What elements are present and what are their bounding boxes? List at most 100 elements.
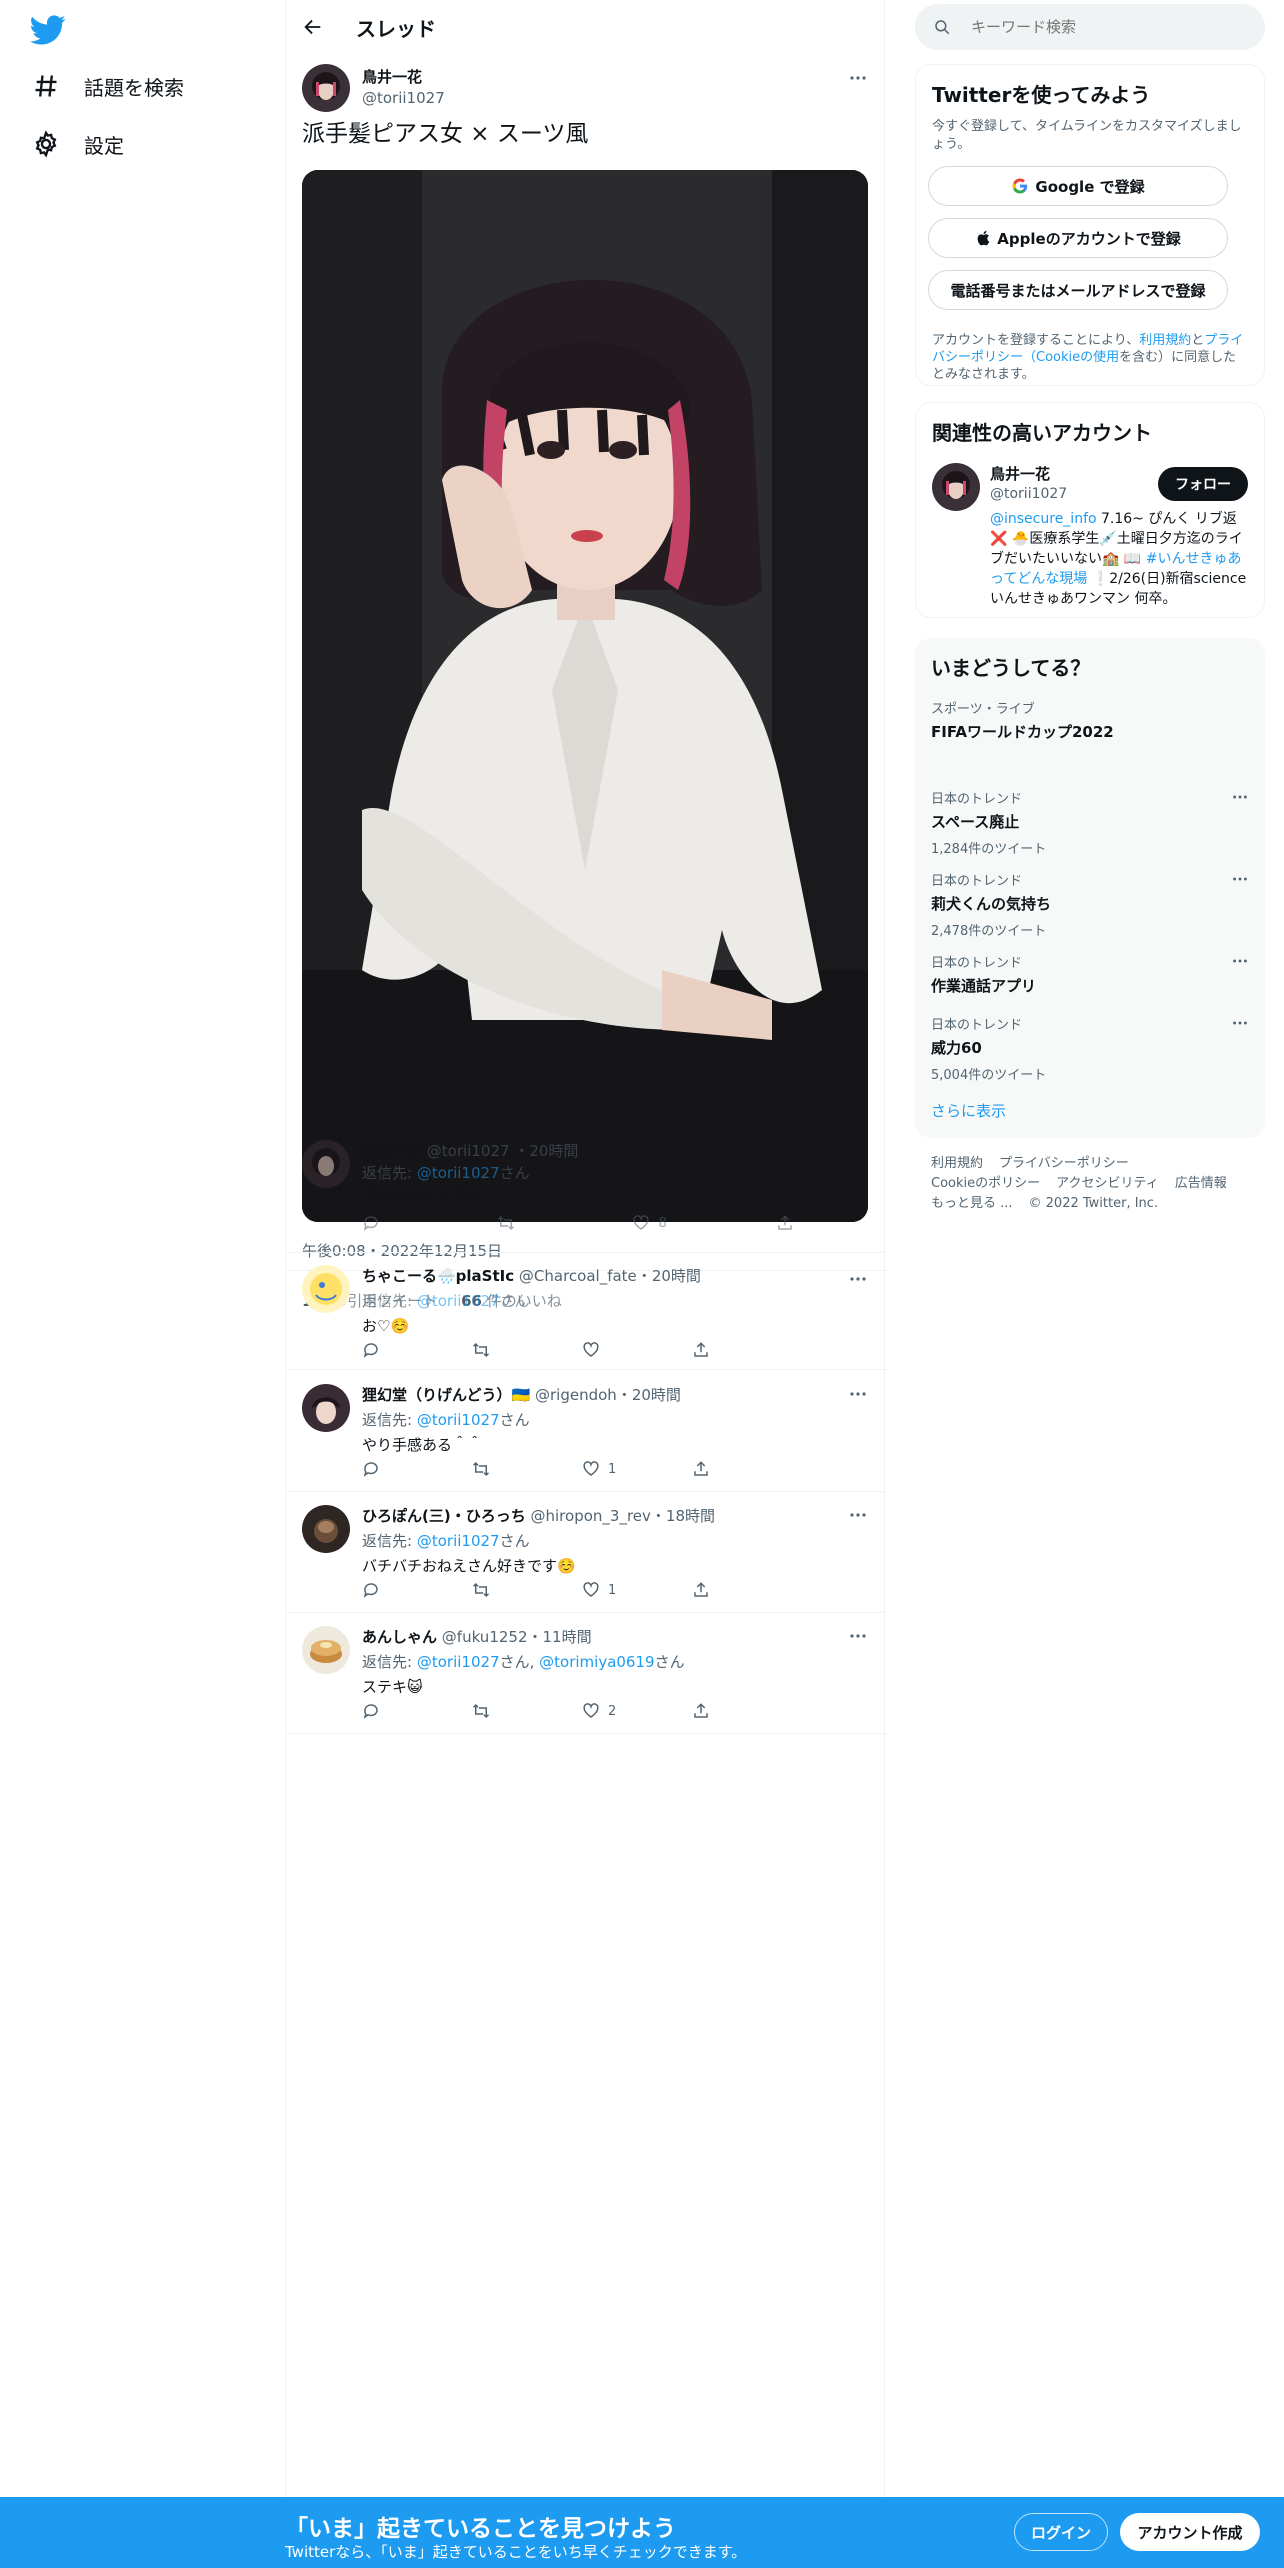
related-name[interactable]: 鳥井一花 [990,463,1067,484]
reply-author-handle[interactable]: @rigendoh [535,1386,617,1404]
more-icon[interactable] [848,1269,868,1289]
more-icon[interactable] [1231,1014,1249,1032]
google-signup-button[interactable]: Google で登録 [928,166,1228,206]
reply-icon [362,1214,388,1232]
trend-item[interactable]: 日本のトレンド 威力60 5,004件のツイート [931,1014,1249,1083]
more-icon[interactable] [1231,952,1249,970]
more-icon[interactable] [1231,870,1249,888]
reply-time[interactable]: 20時間 [652,1267,701,1285]
terms-link[interactable]: 利用規約 [1139,333,1191,348]
share-button[interactable] [692,1581,792,1599]
signup-button[interactable]: アカウント作成 [1120,2513,1260,2551]
footer-links: 利用規約 プライバシーポリシー Cookieのポリシー アクセシビリティ 広告情報 も… [931,1154,1251,1214]
reply-button[interactable] [362,1702,462,1720]
avatar[interactable] [302,1384,350,1432]
retweet-button[interactable] [472,1702,572,1720]
show-more-link[interactable]: さらに表示 [931,1100,1006,1121]
trend-item[interactable]: 日本のトレンド 莉犬くんの気持ち 2,478件のツイート [931,870,1249,939]
list-item[interactable]: ひろぽん(三)・ひろっち @hiropon_3_rev・18時間 返信先: @t… [286,1493,886,1613]
apple-signup-button[interactable]: Appleのアカウントで登録 [928,218,1228,258]
reply-suffix: さん [499,1292,530,1310]
search-box[interactable] [915,4,1265,50]
avatar[interactable] [302,1626,350,1674]
avatar[interactable] [302,1265,350,1313]
trend-item[interactable]: 日本のトレンド スペース廃止 1,284件のツイート [931,788,1249,857]
retweet-button[interactable] [472,1341,572,1359]
reply-to-link[interactable]: @torii1027 [417,1292,500,1310]
like-button[interactable]: 2 [582,1702,682,1720]
reply-button[interactable] [362,1460,462,1478]
reply-time[interactable]: 20時間 [632,1386,681,1404]
nav-settings[interactable]: 設定 [32,124,124,164]
phone-email-signup-button[interactable]: 電話番号またはメールアドレスで登録 [928,270,1228,310]
footer-cookie-link[interactable]: Cookieのポリシー [931,1176,1040,1191]
search-input[interactable] [971,18,1221,36]
back-arrow-icon[interactable] [302,16,324,38]
thread-header: スレッド [286,0,884,54]
more-icon[interactable] [848,1626,868,1646]
list-item[interactable]: あんしゃん @fuku1252・11時間 返信先: @torii1027さん, … [286,1614,886,1734]
trend-title: FIFAワールドカップ2022 [931,723,1114,741]
footer-ads-link[interactable]: 広告情報 [1175,1176,1227,1191]
retweet-button[interactable] [472,1460,572,1478]
reply-to-link-2[interactable]: @torimiya0619 [539,1653,654,1671]
reply-suffix: さん [499,1532,530,1550]
avatar[interactable] [932,463,980,511]
related-handle[interactable]: @torii1027 [990,486,1067,502]
ghost-text: 花束かわいすぎれ [362,1186,483,1204]
like-button[interactable]: 1 [582,1460,682,1478]
cookie-link[interactable]: （Cookieの使用 [1023,350,1119,365]
more-icon[interactable] [848,68,868,88]
reply-author-name[interactable]: 狸幻堂（りげんどう）🇺🇦 [362,1386,530,1404]
bio-mention-link[interactable]: @insecure_info [990,511,1097,527]
footer-terms-link[interactable]: 利用規約 [931,1156,983,1171]
author-handle[interactable]: @torii1027 [362,89,445,107]
reply-to-link[interactable]: @torii1027 [417,1411,500,1429]
retweet-button[interactable] [472,1581,572,1599]
reply-author-handle[interactable]: @fuku1252 [442,1628,528,1646]
list-item[interactable]: 狸幻堂（りげんどう）🇺🇦 @rigendoh・20時間 返信先: @torii1… [286,1372,886,1492]
reply-to-link[interactable]: @torii1027 [417,1653,500,1671]
reply-to-link[interactable]: @torii1027 [417,1532,500,1550]
like-button[interactable]: 1 [582,1581,682,1599]
reply-button[interactable] [362,1581,462,1599]
more-icon[interactable] [1231,788,1249,806]
reply-author-name[interactable]: ちゃこーる🌧️plaStIc [362,1267,514,1285]
share-button[interactable] [692,1460,792,1478]
share-button[interactable] [692,1702,792,1720]
trend-item[interactable]: 日本のトレンド 作業通話アプリ [931,952,1249,996]
list-item[interactable]: ちゃこーる🌧️plaStIc @Charcoal_fate・20時間 返信先: … [286,1252,886,1370]
retweet-icon [472,1703,490,1719]
reply-author-handle[interactable]: @Charcoal_fate [519,1267,637,1285]
reply-time[interactable]: 18時間 [666,1507,715,1525]
related-title: 関連性の高いアカウント [932,421,1152,445]
reply-author-name[interactable]: あんしゃん [362,1628,437,1646]
reply-author-name[interactable]: ひろぽん(三)・ひろっち [362,1507,526,1525]
tweet-photo[interactable] [302,170,868,1222]
follow-button[interactable]: フォロー [1158,467,1248,501]
avatar[interactable] [302,64,350,112]
like-button[interactable] [582,1341,682,1359]
more-icon[interactable] [848,1384,868,1404]
more-icon[interactable] [848,1505,868,1525]
search-icon [935,20,950,35]
reply-button[interactable] [362,1341,462,1359]
footer-more-link[interactable]: もっと見る ... [931,1196,1013,1211]
share-button[interactable] [692,1341,792,1359]
like-count: 1 [608,1461,617,1477]
trend-item[interactable]: スポーツ・ライブ FIFAワールドカップ2022 [931,698,1249,742]
author-name[interactable]: 鳥井一花 [362,66,445,87]
footer-privacy-link[interactable]: プライバシーポリシー [999,1156,1129,1171]
left-nav: 話題を検索 設定 [0,0,285,2568]
login-button[interactable]: ログイン [1014,2513,1108,2551]
trend-title: スペース廃止 [931,813,1020,831]
avatar[interactable] [302,1505,350,1553]
nav-explore[interactable]: 話題を検索 [32,66,184,106]
footer-accessibility-link[interactable]: アクセシビリティ [1056,1176,1159,1191]
twitter-logo-icon[interactable] [30,12,66,48]
trend-category: 日本のトレンド [931,874,1023,889]
reply-prefix: 返信先: [362,1411,413,1429]
reply-author-handle[interactable]: @hiropon_3_rev [531,1507,651,1525]
heart-icon [583,1342,599,1357]
reply-time[interactable]: 11時間 [543,1628,592,1646]
